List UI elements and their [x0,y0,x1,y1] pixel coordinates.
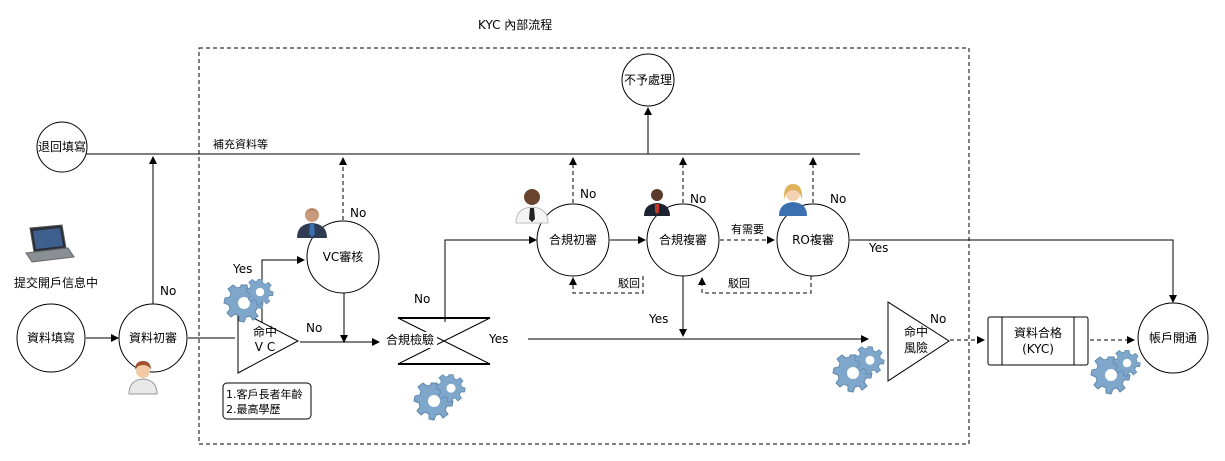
label-yes-check: Yes [488,332,508,346]
submit-account-label: 提交開戶信息中 [14,275,98,290]
label-no-initial: No [160,284,176,298]
node-hit-vc-line2: V C [255,340,275,354]
label-yes-hitvc: Yes [232,262,252,276]
node-hit-risk-line1: 命中 [904,324,928,339]
gear-icon [245,279,274,306]
laptop-icon [25,224,75,263]
label-no-vc: No [350,206,366,220]
label-no-check: No [414,292,430,306]
male-user-icon [644,189,670,216]
label-no-risk: No [930,312,946,326]
node-ro-second-label: RO複審 [792,232,834,247]
node-hit-vc-line1: 命中 [253,324,277,339]
label-yes-cs: Yes [648,312,668,326]
node-return-fill-label: 退回填寫 [38,139,86,154]
node-compliance-second-label: 合規複審 [659,232,707,247]
edge-check-to-ci [444,236,537,322]
node-hit-risk-line2: 風險 [904,340,928,355]
node-data-qualified-line1: 資料合格 [1014,325,1062,340]
kyc-flow-diagram: KYC 內部流程 補充資料等 No Yes No No No Yes No No… [14,17,1209,445]
node-vc-review-label: VC審核 [323,249,364,264]
label-no-cs: No [690,192,706,206]
edge-ro-reject [698,276,812,294]
female-user-icon [779,184,807,216]
label-supplement: 補充資料等 [213,137,268,151]
node-no-process-label: 不予處理 [624,73,672,87]
gear-icon [435,374,466,403]
node-data-entry-label: 資料填寫 [27,330,75,345]
node-data-qualified [987,316,1089,366]
node-initial-review-label: 資料初審 [129,330,177,345]
node-compliance-initial-label: 合規初審 [549,232,597,247]
male-user-icon [515,189,549,224]
edge-ro-to-open [850,239,1177,303]
label-as-needed: 有需要 [731,222,764,236]
criteria-line2: 2.最高學歷 [226,402,281,416]
node-account-open-label: 帳戶開通 [1149,331,1197,345]
label-yes-ro: Yes [868,241,888,255]
node-data-qualified-line2: (KYC) [1022,342,1054,356]
label-no-ci: No [580,187,596,201]
label-no-hitvc: No [306,321,322,335]
gear-icon [854,346,885,375]
node-compliance-check-label: 合規檢驗 [386,332,434,347]
criteria-line1: 1.客戶長者年齡 [226,387,303,401]
label-reject-1: 駁回 [618,277,640,290]
male-user-icon [297,208,327,238]
gear-icon [1112,350,1141,377]
label-reject-2: 駁回 [728,277,750,290]
diagram-title: KYC 內部流程 [478,17,552,32]
label-no-ro: No [830,192,846,206]
